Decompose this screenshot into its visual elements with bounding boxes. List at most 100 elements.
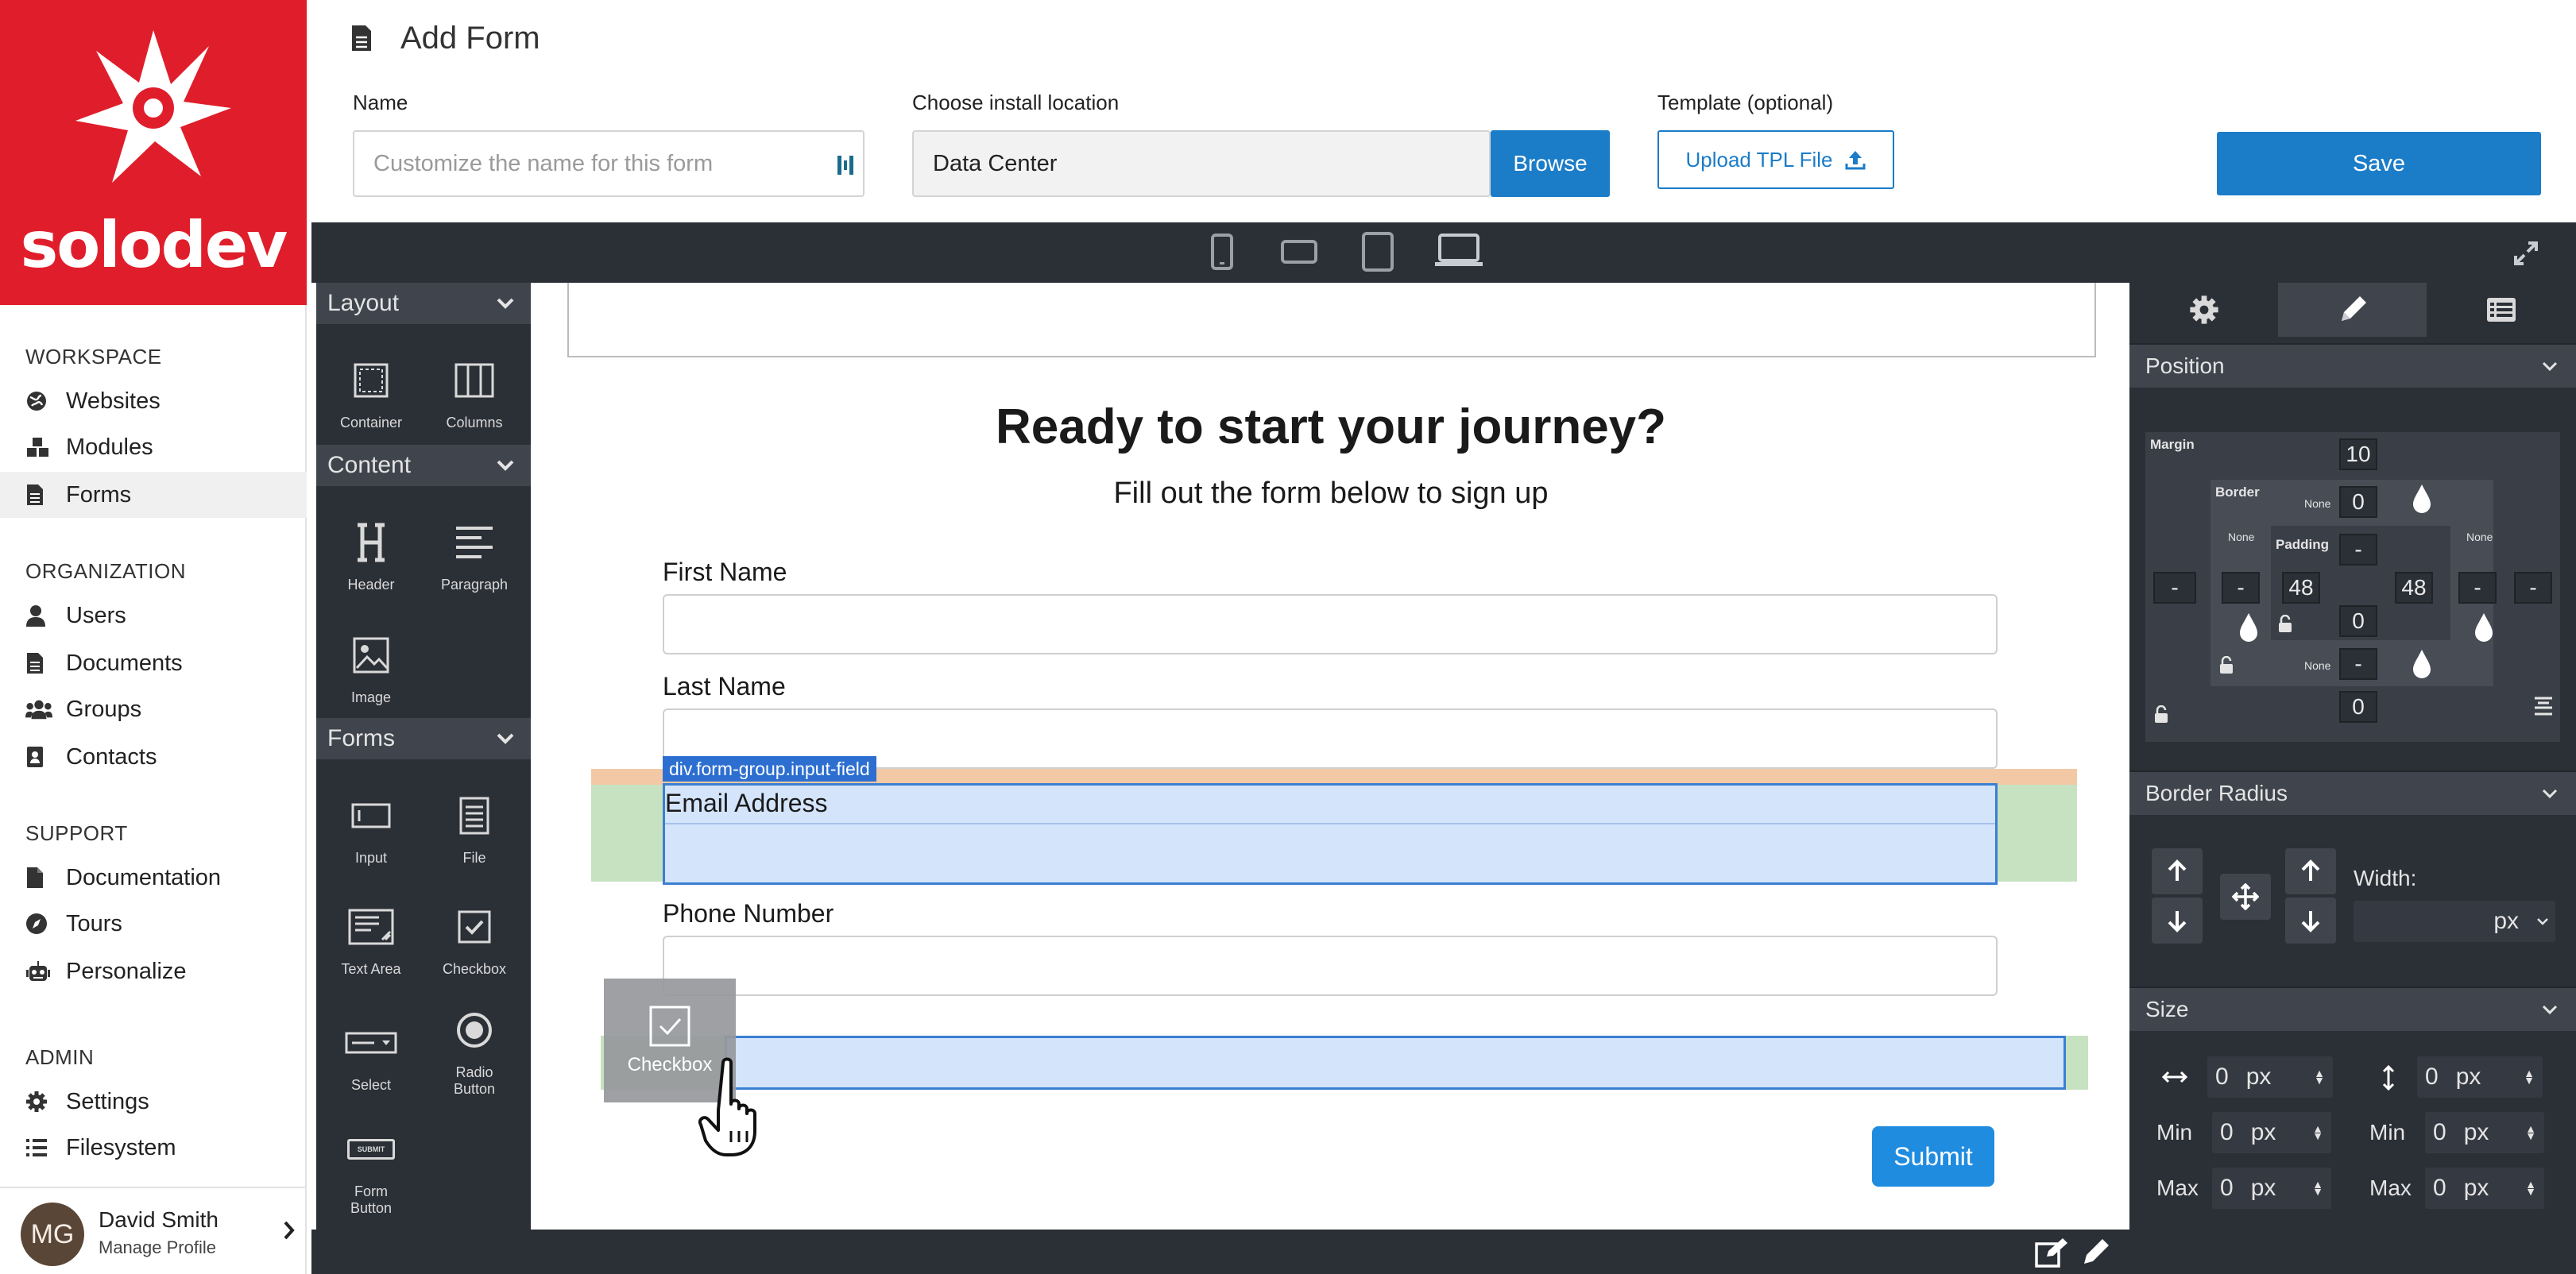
sidebar-item-users[interactable]: Users	[0, 593, 307, 639]
sector-size[interactable]: Size	[2129, 986, 2576, 1031]
device-mobile-portrait-icon[interactable]	[1209, 232, 1235, 272]
tab-trait-settings[interactable]	[2129, 283, 2278, 337]
sidebar-item-documents[interactable]: Documents	[0, 640, 307, 686]
border-right-input[interactable]: -	[2458, 572, 2497, 604]
edit-code-icon[interactable]	[2034, 1237, 2069, 1269]
brand-logo[interactable]: solodev	[0, 0, 307, 305]
phone-number-input[interactable]	[663, 936, 1998, 996]
sidebar-item-forms[interactable]: Forms	[0, 472, 307, 518]
form-subheadline[interactable]: Fill out the form below to sign up	[532, 477, 2129, 511]
margin-right-input[interactable]: -	[2514, 572, 2552, 604]
min-height-unit[interactable]: px	[2464, 1119, 2489, 1146]
block-form-button[interactable]: SUBMIT Form Button	[319, 1115, 423, 1218]
stepper-icon[interactable]: ▲ ▼	[2312, 1123, 2323, 1141]
sector-position[interactable]: Position	[2129, 343, 2576, 388]
stepper-icon[interactable]: ▲ ▼	[2524, 1067, 2535, 1086]
width-input[interactable]: 0 px ▲ ▼	[2207, 1056, 2333, 1098]
height-input[interactable]: 0 px ▲ ▼	[2417, 1056, 2543, 1098]
sidebar-item-personalize[interactable]: Personalize	[0, 948, 307, 994]
password-manager-icon[interactable]	[836, 152, 855, 178]
max-height-unit[interactable]: px	[2464, 1175, 2489, 1202]
margin-left-input[interactable]: -	[2153, 572, 2196, 604]
block-file[interactable]: File	[423, 782, 526, 885]
block-text-area[interactable]: Text Area	[319, 893, 423, 996]
border-bottom-color-icon[interactable]	[2411, 648, 2433, 680]
stepper-icon[interactable]: ▲ ▼	[2525, 1123, 2536, 1141]
border-left-input[interactable]: -	[2222, 572, 2260, 604]
margin-bottom-input[interactable]: 0	[2339, 691, 2377, 723]
stepper-icon[interactable]: ▲ ▼	[2312, 1179, 2323, 1197]
border-top-input[interactable]: 0	[2339, 486, 2377, 518]
padding-right-input[interactable]: 48	[2395, 572, 2433, 604]
border-top-color-icon[interactable]	[2411, 483, 2433, 515]
browse-button[interactable]: Browse	[1491, 130, 1610, 197]
border-right-style[interactable]: None	[2466, 531, 2493, 543]
form-headline[interactable]: Ready to start your journey?	[532, 399, 2129, 455]
stepper-icon[interactable]: ▲ ▼	[2314, 1067, 2325, 1086]
sidebar-item-contacts[interactable]: Contacts	[0, 734, 307, 780]
border-top-style[interactable]: None	[2304, 497, 2330, 510]
align-center-icon[interactable]	[2532, 694, 2555, 718]
sidebar-item-documentation[interactable]: Documentation	[0, 855, 307, 901]
submit-button[interactable]: Submit	[1872, 1126, 1994, 1187]
pencil-icon[interactable]	[2080, 1236, 2112, 1268]
category-forms[interactable]: Forms	[316, 718, 531, 759]
manage-profile-link[interactable]: Manage Profile	[99, 1237, 216, 1258]
category-content[interactable]: Content	[316, 445, 531, 486]
border-bottom-input[interactable]: -	[2339, 648, 2377, 680]
previous-section-box[interactable]	[567, 283, 2096, 357]
selected-email-group[interactable]: Email Address	[663, 783, 1998, 885]
border-right-color-icon[interactable]	[2473, 612, 2495, 643]
profile-menu[interactable]: MG David Smith Manage Profile	[0, 1187, 307, 1274]
min-height-input[interactable]: 0 px ▲ ▼	[2425, 1112, 2544, 1153]
width-unit[interactable]: px	[2246, 1064, 2272, 1091]
radius-bottom-right-button[interactable]	[2285, 898, 2336, 944]
padding-top-input[interactable]: -	[2339, 534, 2377, 566]
form-name-input[interactable]: Customize the name for this form	[353, 130, 864, 197]
editor-canvas[interactable]: Ready to start your journey? Fill out th…	[532, 283, 2129, 1230]
border-lock-icon[interactable]	[2218, 656, 2234, 675]
device-tablet-icon[interactable]	[1360, 230, 1395, 273]
block-image[interactable]: Image	[319, 621, 423, 724]
device-desktop-icon[interactable]	[1433, 232, 1484, 272]
block-checkbox[interactable]: Checkbox	[423, 893, 526, 996]
block-paragraph[interactable]: Paragraph	[423, 508, 526, 612]
block-container[interactable]: Container	[319, 346, 423, 450]
radius-width-input[interactable]: px	[2354, 901, 2555, 942]
block-header[interactable]: Header	[319, 508, 423, 612]
tab-style-manager[interactable]	[2278, 283, 2427, 337]
block-input[interactable]: Input	[319, 782, 423, 885]
radius-all-button[interactable]	[2220, 874, 2271, 920]
tab-layer-manager[interactable]	[2427, 283, 2575, 337]
padding-lock-icon[interactable]	[2277, 615, 2293, 634]
sidebar-item-modules[interactable]: Modules	[0, 424, 307, 470]
selection-badge[interactable]: div.form-group.input-field	[663, 756, 876, 782]
sidebar-item-websites[interactable]: Websites	[0, 378, 307, 424]
radius-top-right-button[interactable]	[2285, 848, 2336, 894]
height-unit[interactable]: px	[2456, 1064, 2481, 1091]
save-button[interactable]: Save	[2217, 132, 2541, 195]
radius-bottom-left-button[interactable]	[2152, 898, 2203, 944]
min-width-unit[interactable]: px	[2251, 1119, 2276, 1146]
fullscreen-icon[interactable]	[2512, 240, 2539, 267]
border-bottom-style[interactable]: None	[2304, 659, 2330, 672]
sidebar-item-filesystem[interactable]: Filesystem	[0, 1125, 307, 1171]
padding-bottom-input[interactable]: 0	[2339, 605, 2377, 637]
padding-left-input[interactable]: 48	[2282, 572, 2320, 604]
border-left-style[interactable]: None	[2228, 531, 2254, 543]
stepper-icon[interactable]: ▲ ▼	[2525, 1179, 2536, 1197]
margin-top-input[interactable]: 10	[2339, 438, 2377, 470]
block-radio-button[interactable]: Radio Button	[423, 996, 526, 1099]
block-columns[interactable]: Columns	[423, 346, 526, 450]
sidebar-item-tours[interactable]: Tours	[0, 901, 307, 947]
sector-border-radius[interactable]: Border Radius	[2129, 770, 2576, 815]
border-left-color-icon[interactable]	[2238, 612, 2260, 643]
device-mobile-landscape-icon[interactable]	[1279, 238, 1319, 265]
margin-lock-icon[interactable]	[2153, 705, 2169, 724]
sidebar-item-groups[interactable]: Groups	[0, 686, 307, 732]
max-width-unit[interactable]: px	[2251, 1175, 2276, 1202]
first-name-input[interactable]	[663, 594, 1998, 654]
sidebar-item-settings[interactable]: Settings	[0, 1079, 307, 1125]
radius-top-left-button[interactable]	[2152, 848, 2203, 894]
category-layout[interactable]: Layout	[316, 283, 531, 324]
